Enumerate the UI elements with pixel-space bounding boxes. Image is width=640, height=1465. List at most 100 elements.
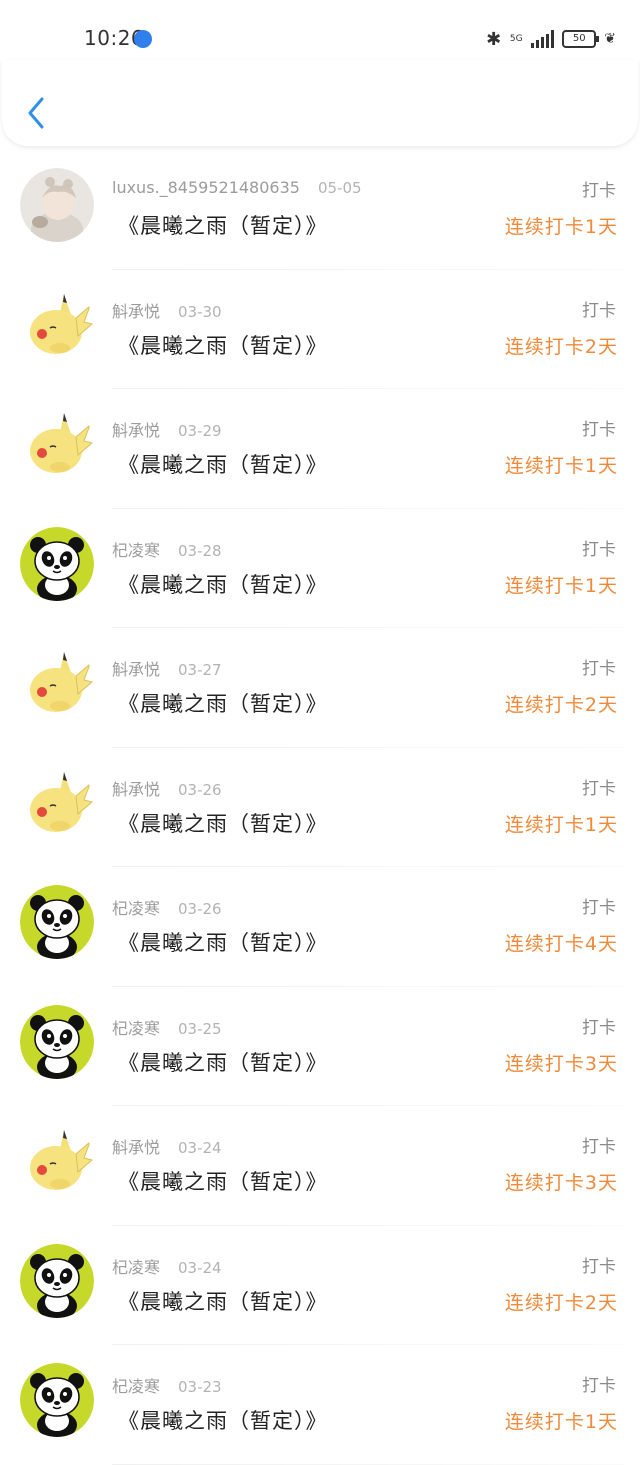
book-title: 《晨曦之雨（暂定）》 (118, 572, 328, 597)
user-name[interactable]: 斛承悦 (112, 298, 160, 322)
book-title: 《晨曦之雨（暂定）》 (118, 1289, 328, 1314)
row-divider (112, 1463, 624, 1465)
panda-avatar[interactable] (20, 1363, 94, 1437)
streak-label: 连续打卡1天 (504, 574, 618, 597)
pikachu-avatar[interactable] (20, 287, 94, 362)
checkin-tag: 打卡 (582, 898, 616, 918)
streak-label: 连续打卡4天 (504, 933, 618, 955)
pikachu-avatar[interactable] (20, 646, 94, 720)
user-name[interactable]: luxus._8459521480635 (112, 178, 300, 197)
row-meta: 杞凌寒 03-23 (112, 1373, 222, 1397)
book-title: 《晨曦之雨（暂定）》 (118, 692, 328, 716)
book-title: 《晨曦之雨（暂定）》 (118, 931, 328, 955)
row-meta: 斛承悦 03-27 (112, 656, 222, 680)
checkin-date: 03-27 (178, 661, 222, 679)
checkin-row[interactable]: 杞凌寒 03-23 《晨曦之雨（暂定）》 打卡连续打卡1天 (0, 1345, 640, 1465)
streak-label: 连续打卡3天 (504, 1172, 618, 1194)
streak-label: 连续打卡1天 (504, 455, 618, 477)
checkin-tag: 打卡 (582, 539, 616, 560)
checkin-row[interactable]: 斛承悦 03-24 《晨曦之雨（暂定）》 打卡连续打卡3天 (0, 1106, 640, 1226)
checkin-date: 03-28 (178, 541, 222, 560)
checkin-row[interactable]: 杞凌寒 03-25 《晨曦之雨（暂定）》 打卡连续打卡3天 (0, 987, 640, 1106)
user-name[interactable]: 斛承悦 (112, 417, 160, 441)
user-name[interactable]: 杞凌寒 (112, 895, 160, 919)
row-meta: 杞凌寒 03-25 (112, 1015, 222, 1039)
panda-avatar[interactable] (20, 1004, 94, 1079)
checkin-tag: 打卡 (582, 420, 616, 440)
user-name[interactable]: 杞凌寒 (112, 1015, 160, 1039)
checkin-tag: 打卡 (582, 1017, 616, 1038)
streak-label: 连续打卡1天 (504, 1411, 618, 1433)
photo-avatar[interactable] (20, 168, 94, 242)
checkin-date: 03-25 (178, 1019, 222, 1038)
panda-avatar[interactable] (20, 885, 94, 959)
network-type: 5G (509, 33, 523, 44)
checkin-tag: 打卡 (582, 1256, 616, 1277)
signal-icon (531, 30, 555, 48)
streak-label: 连续打卡1天 (504, 813, 618, 836)
streak-label: 连续打卡2天 (504, 335, 618, 358)
checkin-row[interactable]: 杞凌寒 03-28 《晨曦之雨（暂定）》 打卡连续打卡1天 (0, 509, 640, 628)
checkin-row[interactable]: 杞凌寒 03-26 《晨曦之雨（暂定）》 打卡连续打卡4天 (0, 867, 640, 987)
row-meta: 斛承悦 03-26 (112, 776, 222, 800)
pikachu-avatar[interactable] (20, 765, 94, 840)
user-name[interactable]: 斛承悦 (112, 776, 160, 800)
user-name[interactable]: 杞凌寒 (112, 1254, 160, 1278)
checkin-row[interactable]: 斛承悦 03-30 《晨曦之雨（暂定）》 打卡连续打卡2天 (0, 270, 640, 389)
checkin-date: 05-05 (317, 179, 362, 197)
row-meta: luxus._8459521480635 05-05 (112, 178, 362, 197)
panda-avatar[interactable] (20, 526, 94, 601)
panda-avatar[interactable] (20, 1243, 94, 1318)
checkin-tag: 打卡 (582, 300, 616, 321)
checkin-date: 03-24 (178, 1258, 222, 1277)
leaf-icon: ❦ (604, 31, 616, 47)
checkin-date: 03-24 (178, 1139, 222, 1157)
row-meta: 斛承悦 03-29 (112, 417, 222, 441)
globe-icon (134, 30, 152, 48)
bluetooth-icon: ✱ (486, 28, 502, 50)
checkin-tag: 打卡 (582, 1137, 616, 1157)
user-name[interactable]: 杞凌寒 (112, 537, 160, 561)
checkin-date: 03-30 (178, 302, 222, 321)
header-bar (2, 60, 638, 146)
row-meta: 杞凌寒 03-28 (112, 537, 222, 561)
chevron-left-icon[interactable] (26, 96, 46, 130)
row-meta: 斛承悦 03-30 (112, 298, 222, 322)
row-meta: 杞凌寒 03-26 (112, 895, 222, 919)
streak-label: 连续打卡1天 (504, 216, 618, 238)
book-title: 《晨曦之雨（暂定）》 (118, 453, 328, 477)
checkin-row[interactable]: 斛承悦 03-27 《晨曦之雨（暂定）》 打卡连续打卡2天 (0, 628, 640, 748)
checkin-row[interactable]: luxus._8459521480635 05-05 《晨曦之雨（暂定）》 打卡连续打… (0, 150, 640, 270)
checkin-row[interactable]: 斛承悦 03-29 《晨曦之雨（暂定）》 打卡连续打卡1天 (0, 389, 640, 509)
battery-level: 50 (572, 33, 586, 44)
user-name[interactable]: 斛承悦 (112, 656, 160, 680)
user-name[interactable]: 杞凌寒 (112, 1373, 160, 1397)
streak-label: 连续打卡2天 (504, 694, 618, 716)
row-meta: 斛承悦 03-24 (112, 1134, 222, 1158)
streak-label: 连续打卡2天 (504, 1291, 618, 1314)
book-title: 《晨曦之雨（暂定）》 (118, 1409, 328, 1433)
status-icons: ✱ 5G 50 ❦ (486, 26, 616, 52)
checkin-date: 03-29 (178, 422, 222, 440)
pikachu-avatar[interactable] (20, 407, 94, 481)
checkin-date: 03-23 (178, 1378, 222, 1396)
checkin-date: 03-26 (178, 900, 222, 918)
book-title: 《晨曦之雨（暂定）》 (118, 811, 328, 836)
pikachu-avatar[interactable] (20, 1124, 94, 1198)
streak-label: 连续打卡3天 (504, 1052, 618, 1075)
book-title: 《晨曦之雨（暂定）》 (118, 1050, 328, 1075)
book-title: 《晨曦之雨（暂定）》 (118, 1170, 328, 1194)
checkin-date: 03-26 (178, 780, 222, 799)
checkin-tag: 打卡 (582, 1376, 616, 1396)
user-name[interactable]: 斛承悦 (112, 1134, 160, 1158)
checkin-list: luxus._8459521480635 05-05 《晨曦之雨（暂定）》 打卡 连续打… (0, 150, 640, 1465)
checkin-tag: 打卡 (582, 181, 616, 201)
checkin-tag: 打卡 (582, 778, 616, 799)
book-title: 《晨曦之雨（暂定）》 (118, 214, 328, 238)
checkin-tag: 打卡 (582, 659, 616, 679)
battery-icon: 50 (562, 30, 600, 48)
checkin-row[interactable]: 杞凌寒 03-24 《晨曦之雨（暂定）》 打卡连续打卡2天 (0, 1226, 640, 1345)
row-meta: 杞凌寒 03-24 (112, 1254, 222, 1278)
book-title: 《晨曦之雨（暂定）》 (118, 333, 328, 358)
checkin-row[interactable]: 斛承悦 03-26 《晨曦之雨（暂定）》 打卡连续打卡1天 (0, 748, 640, 867)
